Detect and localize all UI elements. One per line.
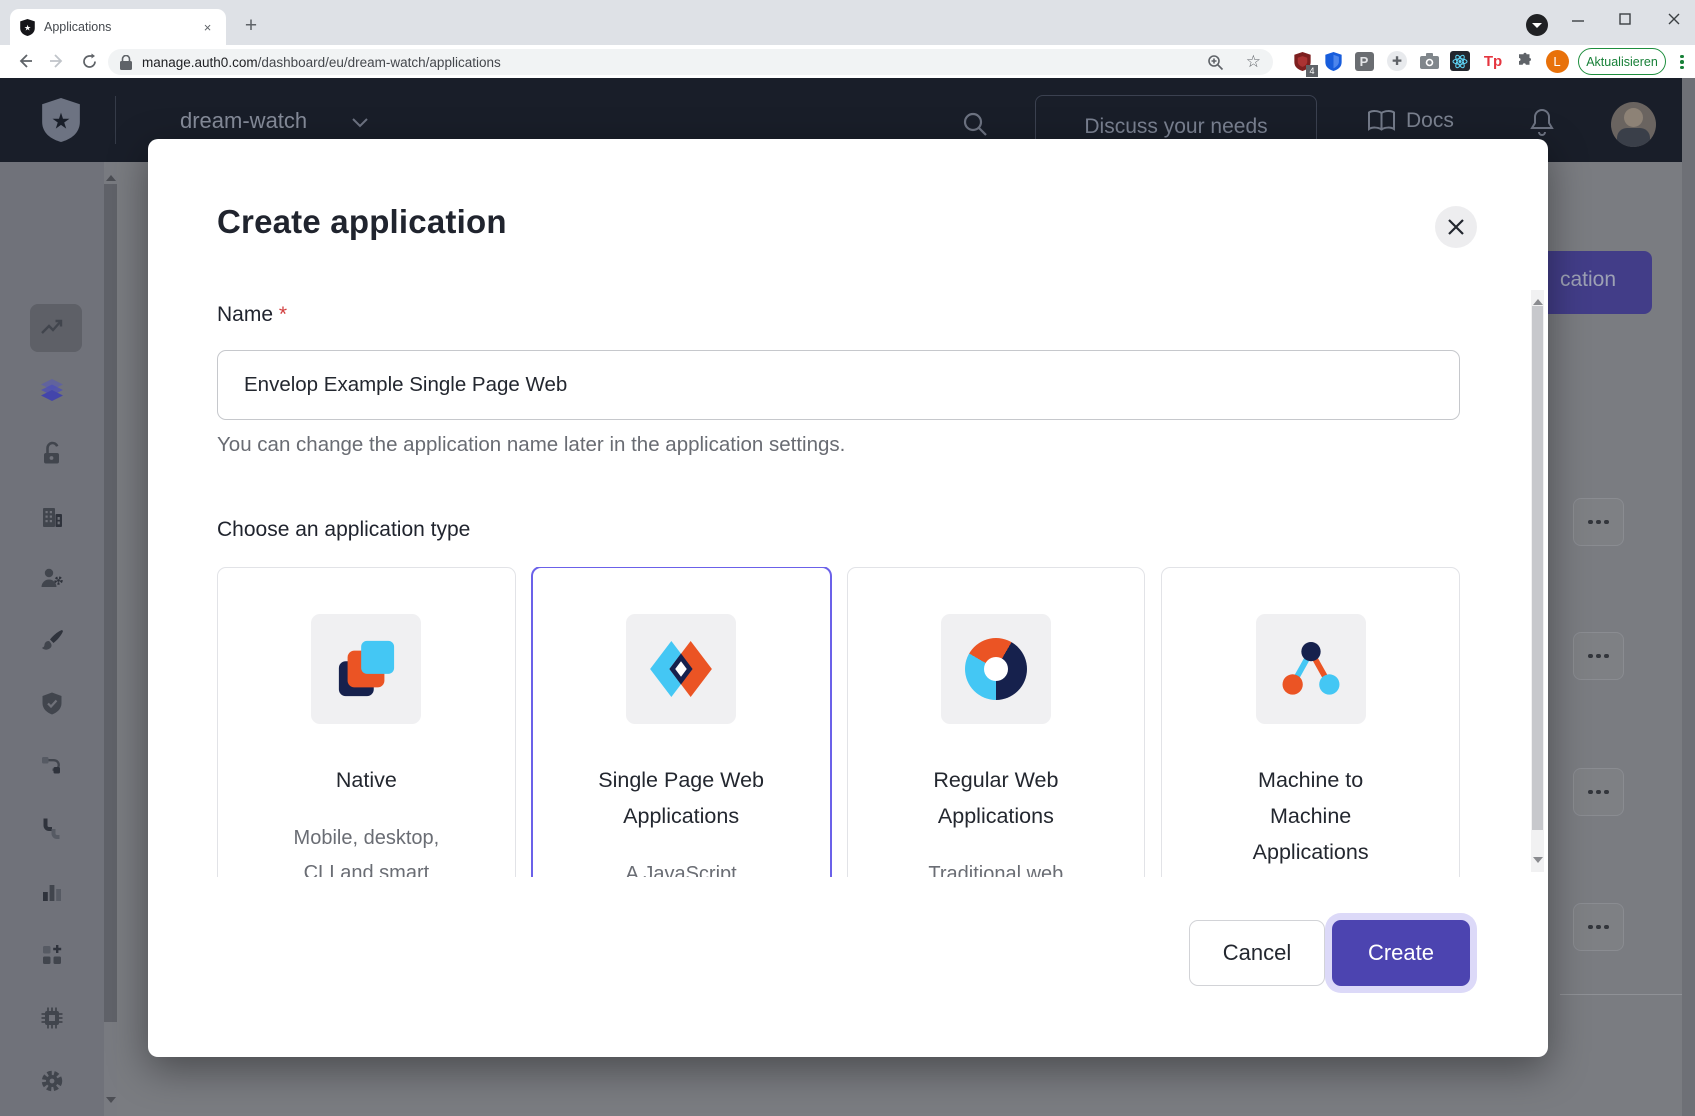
screen: ★ Applications × + manage.auth0.com/dash…: [0, 0, 1695, 1116]
browser-toolbar: manage.auth0.com/dashboard/eu/dream-watc…: [0, 45, 1695, 78]
window-minimize-button[interactable]: [1559, 4, 1597, 34]
window-maximize-button[interactable]: [1606, 4, 1644, 34]
card-title: Native: [218, 762, 515, 798]
bitwarden-extension-icon[interactable]: [1320, 48, 1346, 74]
browser-menu-icon[interactable]: [1674, 49, 1690, 75]
sidebar-item-branding[interactable]: [0, 628, 104, 654]
sidebar-item-activity[interactable]: [0, 315, 104, 341]
app-row-menu-button[interactable]: [1573, 632, 1624, 680]
browser-update-indicator-icon[interactable]: [1526, 14, 1548, 36]
header-divider: [115, 96, 116, 144]
tampermonkey-extension-icon[interactable]: Tp: [1480, 48, 1506, 74]
screenshot-extension-icon[interactable]: [1416, 48, 1442, 74]
app-row-menu-button[interactable]: [1573, 768, 1624, 816]
back-icon[interactable]: [12, 48, 38, 74]
sidebar-item-organizations[interactable]: [0, 504, 104, 530]
tenant-name[interactable]: dream-watch: [180, 108, 307, 134]
address-bar[interactable]: manage.auth0.com/dashboard/eu/dream-watc…: [108, 49, 1273, 75]
app-type-card-m2m[interactable]: Machine toMachineApplications: [1161, 567, 1460, 877]
create-button[interactable]: Create: [1332, 920, 1470, 986]
new-tab-button[interactable]: +: [237, 13, 265, 41]
bookmark-star-icon[interactable]: ☆: [1246, 52, 1261, 72]
sidebar-item-monitoring[interactable]: [0, 879, 104, 905]
tab-close-icon[interactable]: ×: [199, 19, 216, 36]
ublock-extension-icon[interactable]: 4: [1289, 48, 1315, 74]
card-title: Single Page WebApplications: [533, 762, 830, 834]
app-row-menu-button[interactable]: [1573, 498, 1624, 546]
required-asterisk: *: [279, 303, 287, 326]
sidebar-item-security[interactable]: [0, 691, 104, 717]
cancel-button[interactable]: Cancel: [1189, 920, 1325, 986]
application-type-cards: Native Mobile, desktop,CLI and smart Sin…: [217, 567, 1460, 877]
browser-tab-strip: ★ Applications × +: [0, 0, 1695, 45]
sidebar: ?: [0, 162, 104, 1116]
ublock-badge: 4: [1306, 65, 1318, 77]
auth0-favicon: ★: [20, 19, 35, 36]
regular-web-app-icon: [941, 614, 1051, 724]
app-row-menu-button[interactable]: [1573, 903, 1624, 951]
sidebar-item-user-management[interactable]: [0, 565, 104, 591]
sidebar-item-extensions[interactable]: [0, 1005, 104, 1031]
app-type-card-spa[interactable]: Single Page WebApplications A JavaScript: [532, 567, 831, 877]
create-application-modal: Create application Name * You can change…: [148, 139, 1548, 1057]
card-description: A JavaScript: [533, 857, 830, 877]
zoom-icon[interactable]: [1207, 54, 1224, 71]
sidebar-item-applications[interactable]: [0, 378, 104, 404]
tab-title: Applications: [44, 20, 199, 34]
tenant-chevron-down-icon: [352, 118, 368, 128]
window-close-button[interactable]: [1655, 4, 1693, 34]
forward-icon[interactable]: [44, 48, 70, 74]
svg-text:★: ★: [24, 23, 31, 32]
single-page-app-icon: [626, 614, 736, 724]
sidebar-item-actions[interactable]: [0, 754, 104, 780]
url-text: manage.auth0.com/dashboard/eu/dream-watc…: [142, 55, 1207, 70]
card-title: Machine toMachineApplications: [1162, 762, 1459, 870]
page-scrollbar[interactable]: [1682, 78, 1695, 1116]
close-icon: [1447, 218, 1465, 236]
p-extension-icon[interactable]: P: [1351, 48, 1377, 74]
app-type-card-regular-web[interactable]: Regular WebApplications Traditional web: [847, 567, 1146, 877]
application-name-input[interactable]: [217, 350, 1460, 420]
name-label: Name *: [217, 303, 287, 327]
sidebar-scrollbar[interactable]: [104, 162, 117, 1116]
sidebar-item-authentication[interactable]: [0, 440, 104, 466]
lock-icon: [120, 55, 132, 70]
docs-book-icon: [1368, 110, 1395, 132]
name-help-text: You can change the application name late…: [217, 433, 845, 457]
extensions-puzzle-icon[interactable]: [1512, 48, 1538, 74]
notifications-bell-icon[interactable]: [1530, 108, 1554, 136]
browser-profile-avatar[interactable]: L: [1544, 48, 1570, 74]
sidebar-item-marketplace[interactable]: [0, 942, 104, 968]
chrome-update-button[interactable]: Aktualisieren: [1578, 48, 1666, 75]
card-description: Mobile, desktop,CLI and smart: [218, 821, 515, 877]
modal-close-button[interactable]: [1435, 206, 1477, 248]
application-type-label: Choose an application type: [217, 518, 470, 542]
modal-title: Create application: [217, 203, 507, 241]
search-icon[interactable]: [962, 111, 988, 137]
react-devtools-extension-icon[interactable]: [1447, 48, 1473, 74]
user-avatar[interactable]: [1611, 102, 1656, 147]
docs-link[interactable]: Docs: [1406, 109, 1454, 133]
machine-to-machine-icon: [1256, 614, 1366, 724]
reload-icon[interactable]: [76, 48, 102, 74]
background-divider: [1560, 994, 1683, 995]
native-icon: [311, 614, 421, 724]
modal-scrollbar[interactable]: [1531, 290, 1544, 872]
move-tool-extension-icon[interactable]: ✚: [1384, 48, 1410, 74]
svg-text:★: ★: [51, 109, 71, 134]
app-type-card-native[interactable]: Native Mobile, desktop,CLI and smart: [217, 567, 516, 877]
auth0-logo: ★: [42, 98, 80, 142]
card-description: Traditional web: [848, 857, 1145, 877]
card-title: Regular WebApplications: [848, 762, 1145, 834]
sidebar-item-auth-pipeline[interactable]: [0, 816, 104, 842]
sidebar-item-settings[interactable]: [0, 1068, 104, 1094]
browser-tab[interactable]: ★ Applications ×: [10, 9, 226, 45]
